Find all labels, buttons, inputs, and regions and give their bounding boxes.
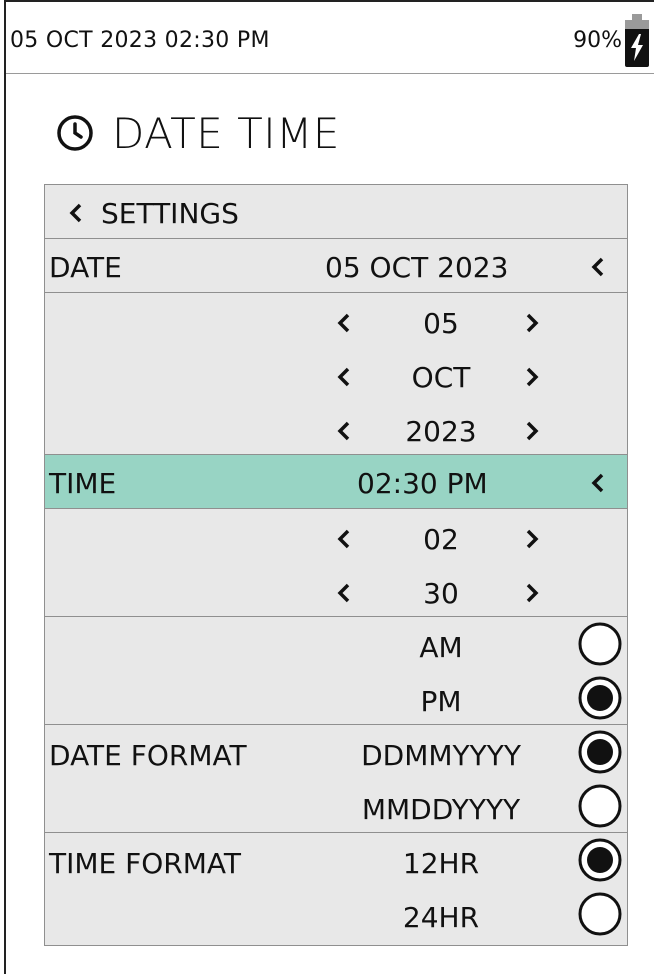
settings-panel: SETTINGS DATE 05 OCT 2023 05 OCT 2023 TI…	[44, 184, 628, 946]
clock-icon	[57, 115, 93, 151]
year-decrement-icon[interactable]	[337, 420, 351, 442]
date-format-option-mmddyyyy: MMDDYYYY	[361, 793, 521, 826]
12hr-radio[interactable]	[577, 837, 623, 883]
time-row[interactable]: TIME 02:30 PM	[45, 455, 627, 509]
time-format-label: TIME FORMAT	[49, 847, 241, 880]
24hr-radio[interactable]	[577, 891, 623, 937]
date-label: DATE	[49, 251, 122, 284]
month-value: OCT	[411, 361, 471, 394]
minute-increment-icon[interactable]	[525, 582, 539, 604]
back-label: SETTINGS	[101, 197, 239, 230]
hour-value: 02	[423, 523, 459, 556]
hour-decrement-icon[interactable]	[337, 528, 351, 550]
date-row[interactable]: DATE 05 OCT 2023	[45, 239, 627, 293]
time-picker-group: 02 30	[45, 509, 627, 617]
battery-percentage: 90%	[573, 28, 622, 53]
time-value: 02:30 PM	[357, 467, 488, 500]
date-format-label: DATE FORMAT	[49, 739, 247, 772]
device-screen: 05 OCT 2023 02:30 PM 90% DATE TIME SETTI…	[4, 0, 654, 974]
time-format-group: TIME FORMAT 12HR 24HR	[45, 833, 627, 941]
day-value: 05	[423, 307, 459, 340]
time-collapse-chevron-icon[interactable]	[591, 472, 605, 494]
year-increment-icon[interactable]	[525, 420, 539, 442]
date-format-option-ddmmyyyy: DDMMYYYY	[361, 739, 521, 772]
ddmmyyyy-radio[interactable]	[577, 729, 623, 775]
time-format-option-12hr: 12HR	[402, 847, 480, 880]
day-increment-icon[interactable]	[525, 312, 539, 334]
pm-label: PM	[420, 685, 462, 718]
date-format-group: DATE FORMAT DDMMYYYY MMDDYYYY	[45, 725, 627, 833]
pm-radio[interactable]	[577, 675, 623, 721]
battery-charging-icon	[625, 14, 649, 67]
am-pm-group: AM PM	[45, 617, 627, 725]
page-title: DATE TIME	[112, 108, 340, 158]
month-decrement-icon[interactable]	[337, 366, 351, 388]
mmddyyyy-radio[interactable]	[577, 783, 623, 829]
day-decrement-icon[interactable]	[337, 312, 351, 334]
status-bar: 05 OCT 2023 02:30 PM 90%	[6, 2, 654, 74]
date-collapse-chevron-icon[interactable]	[591, 256, 605, 278]
page-header: DATE TIME	[56, 106, 340, 160]
minute-value: 30	[423, 577, 459, 610]
minute-decrement-icon[interactable]	[337, 582, 351, 604]
am-label: AM	[419, 631, 463, 664]
date-value: 05 OCT 2023	[325, 251, 509, 284]
date-picker-group: 05 OCT 2023	[45, 293, 627, 455]
year-value: 2023	[405, 415, 477, 448]
am-radio[interactable]	[577, 621, 623, 667]
time-label: TIME	[49, 467, 117, 500]
back-to-settings-button[interactable]: SETTINGS	[45, 185, 627, 239]
status-datetime: 05 OCT 2023 02:30 PM	[10, 28, 270, 53]
hour-increment-icon[interactable]	[525, 528, 539, 550]
chevron-left-icon	[69, 203, 82, 223]
time-format-option-24hr: 24HR	[402, 901, 480, 934]
month-increment-icon[interactable]	[525, 366, 539, 388]
